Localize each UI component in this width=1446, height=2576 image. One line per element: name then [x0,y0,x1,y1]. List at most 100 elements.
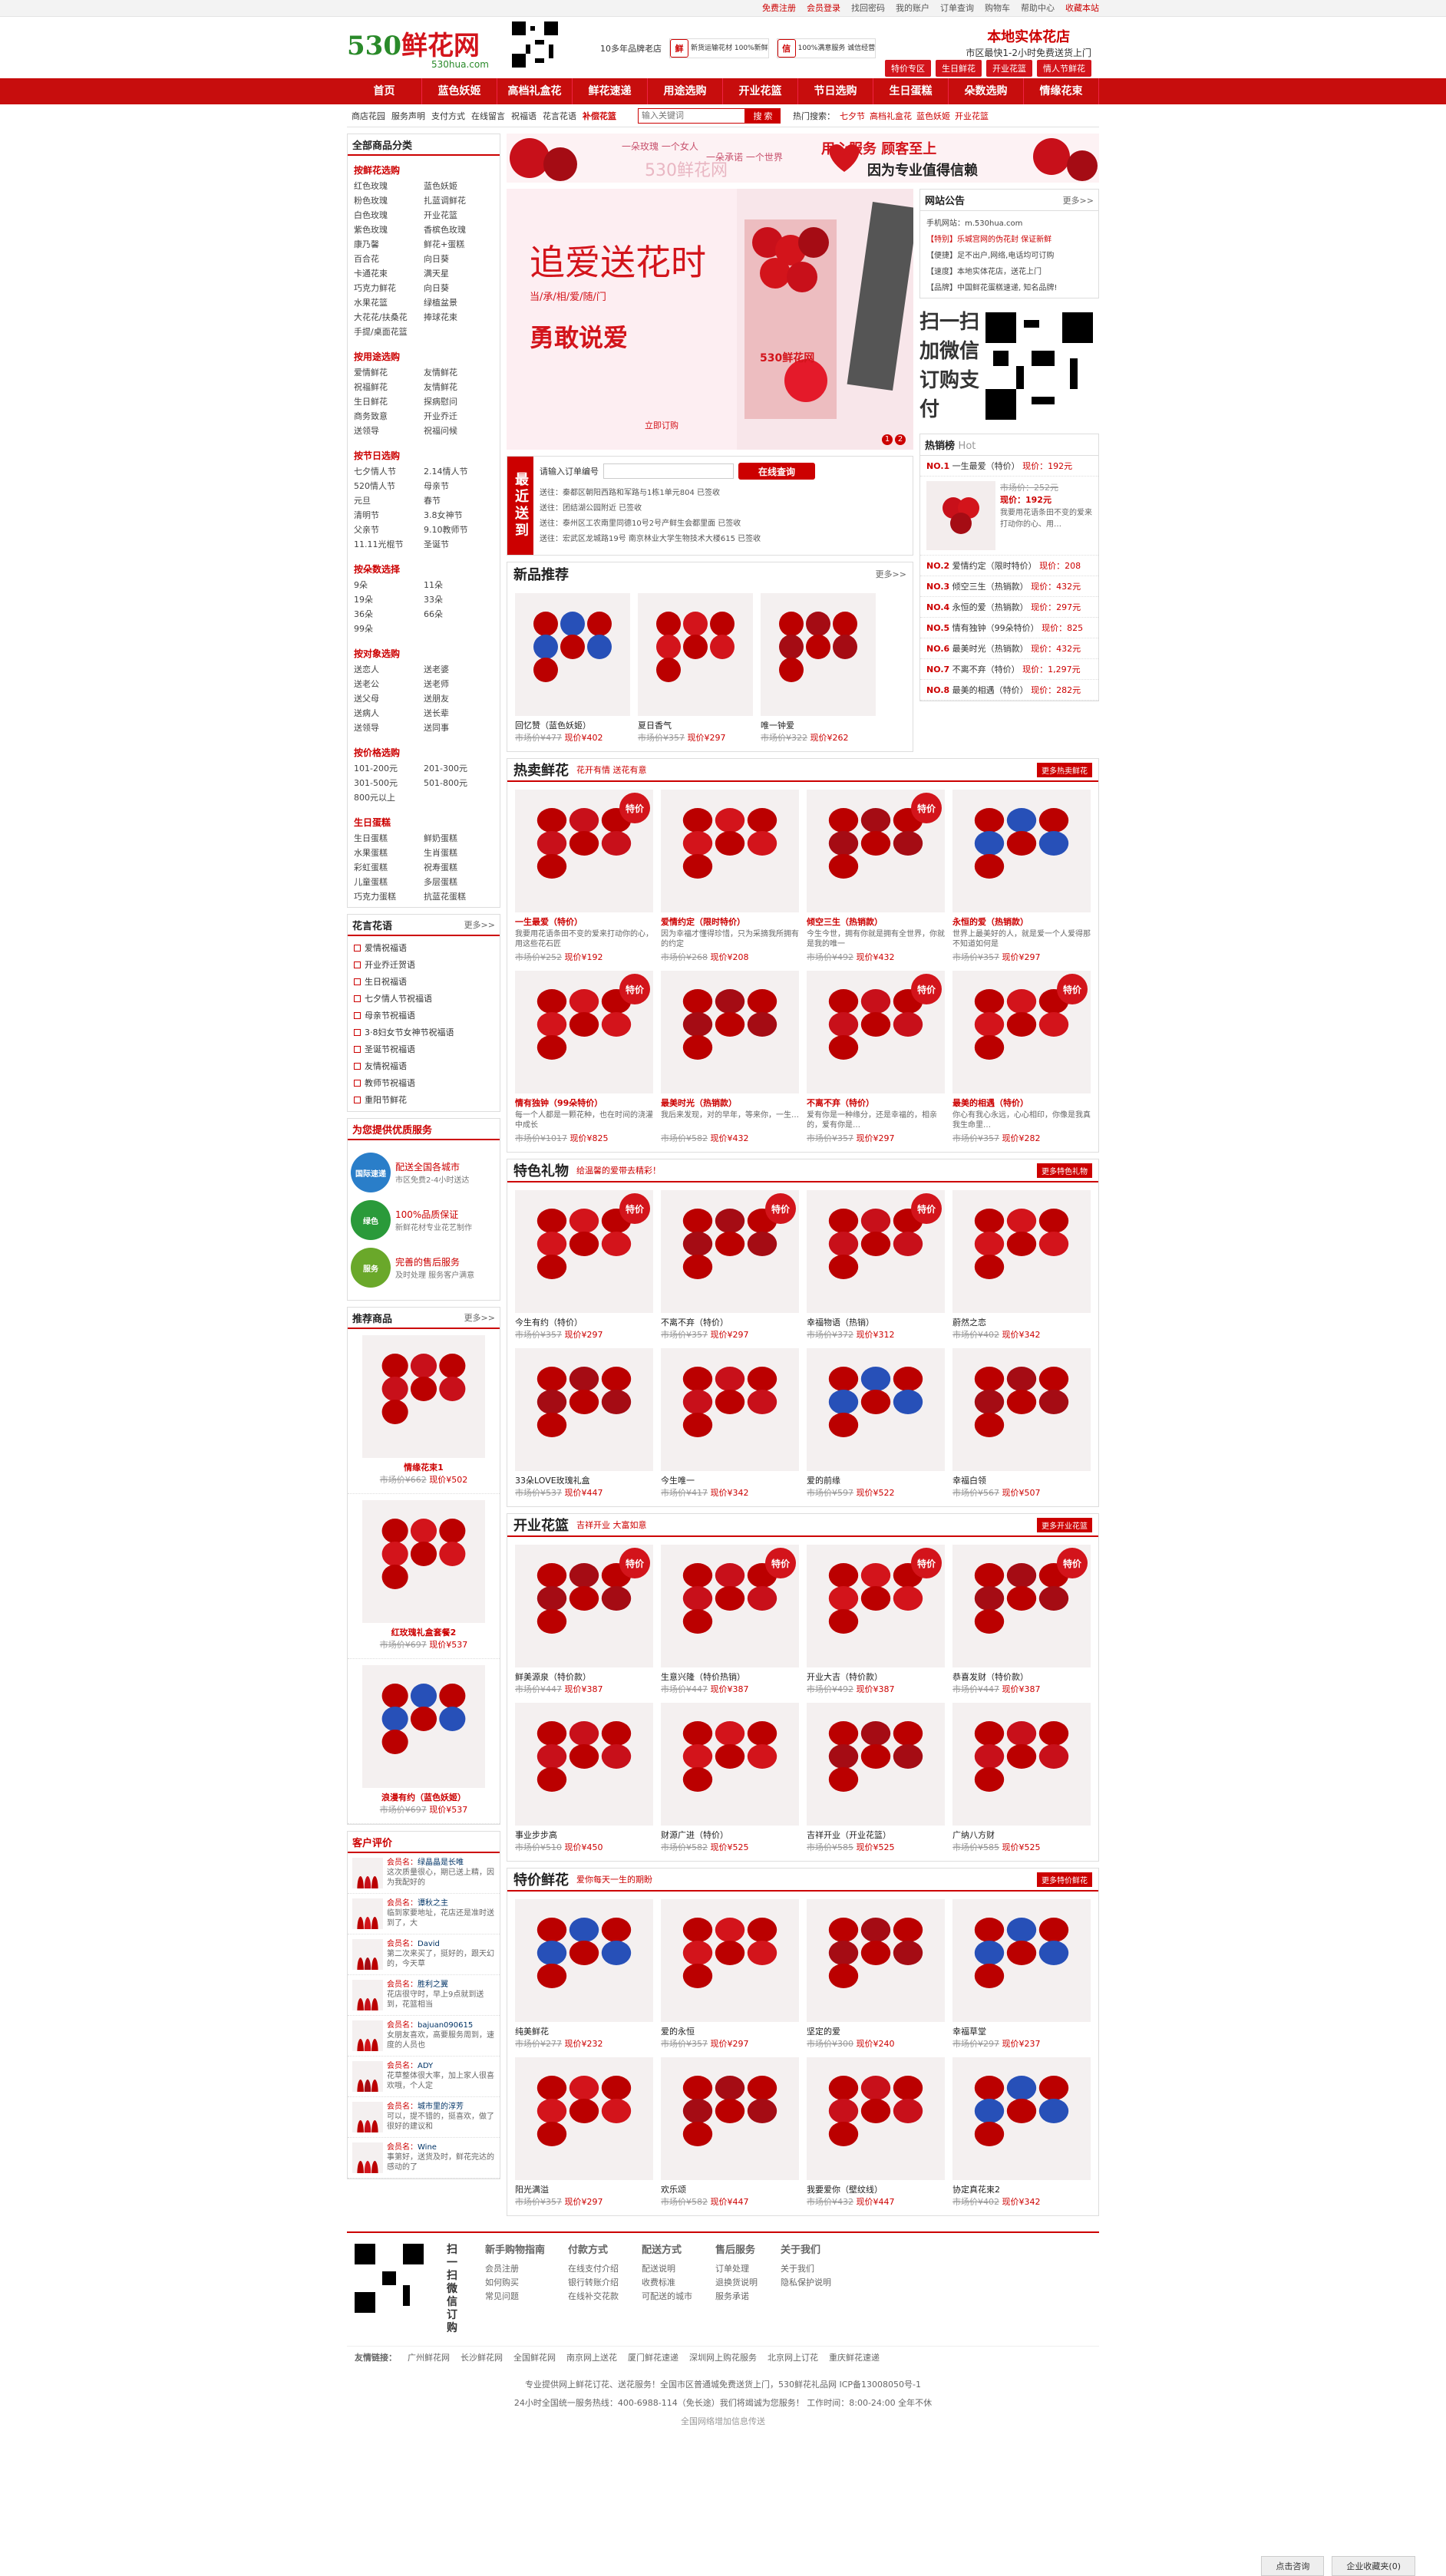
more-link[interactable]: 更多>> [1063,194,1094,206]
category-link[interactable]: 生肖蛋糕 [424,846,494,859]
category-link[interactable]: 满天星 [424,267,494,279]
nav-item[interactable]: 蓝色妖姬 [422,78,497,104]
category-link[interactable]: 水果蛋糕 [354,846,424,859]
category-link[interactable]: 祝寿蛋糕 [424,861,494,873]
hot-search-link[interactable]: 蓝色妖姬 [916,110,950,122]
top-link[interactable]: 帮助中心 [1021,0,1055,17]
category-link[interactable]: 七夕情人节 [354,465,424,477]
flower-language-item[interactable]: 圣诞节祝福语 [354,1041,494,1057]
product-name[interactable]: 回忆赞（蓝色妖姬） [515,719,630,731]
flower-language-item[interactable]: 3·8妇女节女神节祝福语 [354,1024,494,1041]
top-banner[interactable]: 一朵玫瑰 一个女人 一朵承诺 一个世界 530鲜花网 用心服务 顾客至上 因为专… [507,134,1099,183]
product-name[interactable]: 蔚然之恋 [952,1316,1091,1328]
subnav-link[interactable]: 祝福语 [511,110,536,122]
reviewer-name[interactable]: David [418,1940,440,1948]
flower-language-item[interactable]: 重阳节鲜花 [354,1091,494,1108]
slide-dot[interactable]: 2 [895,434,906,445]
category-link[interactable]: 白色玫瑰 [354,209,424,221]
category-link[interactable]: 巧克力蛋糕 [354,890,424,902]
subnav-link[interactable]: 商店花园 [352,110,385,122]
product-name[interactable]: 事业步步高 [515,1829,653,1841]
top-link[interactable]: 订单查询 [940,0,974,17]
section-more-button[interactable]: 更多特价鲜花 [1037,1872,1092,1887]
category-link[interactable]: 百合花 [354,252,424,265]
category-link[interactable]: 9朵 [354,579,424,591]
subnav-link[interactable]: 支付方式 [431,110,465,122]
category-link[interactable]: 301-500元 [354,777,424,789]
category-link[interactable]: 送老师 [424,678,494,690]
footer-link[interactable]: 在线补交花款 [568,2290,619,2304]
category-link[interactable]: 800元以上 [354,791,424,803]
friend-link[interactable]: 北京网上订花 [768,2351,818,2363]
category-link[interactable]: 33朵 [424,593,494,605]
friend-link[interactable]: 广州鲜花网 [408,2351,450,2363]
hero-slideshow[interactable]: 追爱送花时 当/承/相/爱/随/门 勇敢说爱 530鲜花网 立即订购 12 [507,189,913,450]
nav-item[interactable]: 节日选购 [798,78,873,104]
category-link[interactable]: 送同事 [424,721,494,734]
footer-link[interactable]: 如何购买 [485,2276,545,2290]
nav-item[interactable]: 开业花篮 [723,78,798,104]
category-link[interactable]: 祝福鲜花 [354,381,424,393]
top-link[interactable]: 找回密码 [851,0,885,17]
category-link[interactable]: 儿童蛋糕 [354,876,424,888]
section-more-button[interactable]: 更多特色礼物 [1037,1163,1092,1178]
announcement-item[interactable]: 【特别】乐城宫网的伪花封 保证新鲜 [926,230,1092,246]
category-link[interactable]: 生日鲜花 [354,395,424,407]
category-link[interactable]: 66朵 [424,608,494,620]
footer-link[interactable]: 可配送的城市 [642,2290,692,2304]
announcement-item[interactable]: 【便捷】足不出户,网络,电话均可订购 [926,246,1092,262]
top-link[interactable]: 免费注册 [762,0,796,17]
flower-language-item[interactable]: 友情祝福语 [354,1057,494,1074]
category-link[interactable]: 送朋友 [424,692,494,704]
category-link[interactable]: 水果花篮 [354,296,424,308]
category-link[interactable]: 母亲节 [424,480,494,492]
category-link[interactable]: 鲜花+蛋糕 [424,238,494,250]
slide-order-button[interactable]: 立即订购 [645,419,678,431]
category-link[interactable]: 捧球花束 [424,311,494,323]
category-link[interactable]: 送长辈 [424,707,494,719]
product-card[interactable]: 特价 不离不弃（特价） 爱有你是一种缘分，还是幸福的，相亲的，爱有你是… 市场价¥35… [807,971,945,1144]
search-button[interactable]: 搜 索 [745,107,781,124]
footer-link[interactable]: 退换货说明 [715,2276,758,2290]
search-input[interactable] [638,107,745,124]
product-card[interactable]: 协定真花束2 市场价¥402 现价¥342 [952,2057,1091,2208]
footer-link[interactable]: 会员注册 [485,2262,545,2276]
flower-language-item[interactable]: 生日祝福语 [354,973,494,990]
category-link[interactable]: 彩虹蛋糕 [354,861,424,873]
reviewer-name[interactable]: 胜利之翼 [418,1981,448,1989]
order-number-input[interactable] [603,463,734,479]
nav-item[interactable]: 鲜花速递 [573,78,648,104]
footer-link[interactable]: 隐私保护说明 [781,2276,831,2290]
category-link[interactable]: 送领导 [354,721,424,734]
category-link[interactable]: 蓝色妖姬 [424,180,494,192]
product-card[interactable]: 我要爱你（壁纹线） 市场价¥432 现价¥447 [807,2057,945,2208]
product-card[interactable]: 特价 恭喜发财（特价款） 市场价¥447 现价¥387 [952,1545,1091,1695]
category-link[interactable]: 红色玫瑰 [354,180,424,192]
announcement-item[interactable]: 手机网站：m.530hua.com [926,214,1092,230]
reviewer-name[interactable]: 绿晶晶是长唯 [418,1859,464,1867]
subnav-link[interactable]: 花言花语 [543,110,576,122]
category-link[interactable]: 送领导 [354,424,424,437]
product-name[interactable]: 一生最爱（特价） [515,915,653,928]
product-card[interactable]: 特价 倾空三生（热销款） 今生今世，拥有你就是拥有全世界，你就是我的唯一 市场价¥49… [807,790,945,963]
product-name[interactable]: 33朵LOVE玫瑰礼盒 [515,1474,653,1486]
category-link[interactable]: 手提/桌面花篮 [354,325,424,338]
category-link[interactable]: 祝福问候 [424,424,494,437]
category-link[interactable]: 友情鲜花 [424,381,494,393]
product-card[interactable]: 唯一钟爱 市场价¥322 现价¥262 [761,593,876,744]
footer-link[interactable]: 配送说明 [642,2262,692,2276]
category-link[interactable]: 紫色玫瑰 [354,223,424,236]
product-card[interactable]: 爱的前缘 市场价¥597 现价¥522 [807,1348,945,1499]
rank-item[interactable]: NO.8 最美的相遇（特价） 现价：282元 [920,680,1098,701]
hot-search-link[interactable]: 开业花篮 [955,110,989,122]
category-link[interactable]: 501-800元 [424,777,494,789]
category-link[interactable]: 巧克力鲜花 [354,282,424,294]
product-name[interactable]: 阳光满溢 [515,2183,653,2195]
nav-item[interactable]: 用途选购 [648,78,723,104]
product-card[interactable]: 吉祥开业（开业花篮） 市场价¥585 现价¥525 [807,1703,945,1853]
reviewer-name[interactable]: bajuan090615 [418,2021,473,2030]
category-link[interactable]: 香槟色玫瑰 [424,223,494,236]
friend-link[interactable]: 重庆鲜花速递 [829,2351,880,2363]
product-name[interactable]: 生意兴隆（特价热销） [661,1671,799,1683]
product-name[interactable]: 夏日香气 [638,719,753,731]
